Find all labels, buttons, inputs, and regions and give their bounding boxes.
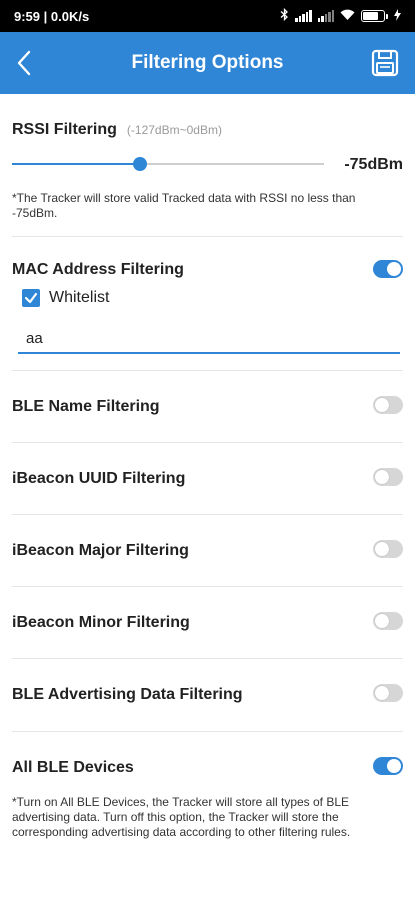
all-ble-note: *Turn on All BLE Devices, the Tracker wi… xyxy=(12,795,351,839)
filter-label-ble-name: BLE Name Filtering xyxy=(12,398,160,415)
rssi-range-hint: (-127dBm~0dBm) xyxy=(126,123,222,137)
divider xyxy=(12,586,403,587)
status-time: 9:59 | 0.0K/s xyxy=(14,8,90,24)
whitelist-label: Whitelist xyxy=(49,289,110,306)
mac-address-input[interactable] xyxy=(18,324,400,354)
chevron-left-icon xyxy=(12,50,42,84)
ibeacon-uuid-toggle[interactable] xyxy=(373,468,403,486)
wifi-icon xyxy=(340,9,355,24)
ibeacon-minor-toggle[interactable] xyxy=(373,612,403,630)
rssi-slider[interactable] xyxy=(12,157,324,171)
rssi-label: RSSI Filtering xyxy=(12,121,117,138)
adv-data-toggle[interactable] xyxy=(373,684,403,702)
bluetooth-icon xyxy=(280,7,289,24)
filter-label-minor: iBeacon Minor Filtering xyxy=(12,614,190,631)
filter-label-major: iBeacon Major Filtering xyxy=(12,542,189,559)
ble-name-toggle[interactable] xyxy=(373,396,403,414)
whitelist-checkbox[interactable] xyxy=(22,289,40,307)
divider xyxy=(12,658,403,659)
page-title: Filtering Options xyxy=(131,52,284,73)
rssi-header: RSSI Filtering (-127dBm~0dBm) xyxy=(12,121,402,139)
divider xyxy=(12,731,403,732)
ibeacon-major-toggle[interactable] xyxy=(373,540,403,558)
mac-filter-toggle[interactable] xyxy=(373,260,403,278)
save-icon xyxy=(371,49,399,81)
slider-fill xyxy=(12,163,140,165)
slider-thumb[interactable] xyxy=(132,157,147,171)
status-icons xyxy=(280,7,401,24)
save-button[interactable] xyxy=(371,49,399,77)
rssi-note: *The Tracker will store valid Tracked da… xyxy=(12,191,356,220)
divider xyxy=(12,370,403,371)
filter-label-adv-data: BLE Advertising Data Filtering xyxy=(12,686,243,703)
divider xyxy=(12,236,403,237)
mac-filter-label: MAC Address Filtering xyxy=(12,261,184,278)
back-button[interactable] xyxy=(12,46,42,80)
filter-label-uuid: iBeacon UUID Filtering xyxy=(12,470,186,487)
signal-icon xyxy=(295,10,312,22)
divider xyxy=(12,442,403,443)
rssi-value: -75dBm xyxy=(344,156,403,173)
status-bar: 9:59 | 0.0K/s xyxy=(0,0,415,32)
all-ble-toggle[interactable] xyxy=(373,757,403,775)
signal-icon xyxy=(317,10,334,22)
divider xyxy=(12,514,403,515)
app-bar: Filtering Options xyxy=(0,32,415,94)
charging-icon xyxy=(394,8,401,24)
all-ble-label: All BLE Devices xyxy=(12,759,134,776)
battery-icon xyxy=(361,10,388,22)
